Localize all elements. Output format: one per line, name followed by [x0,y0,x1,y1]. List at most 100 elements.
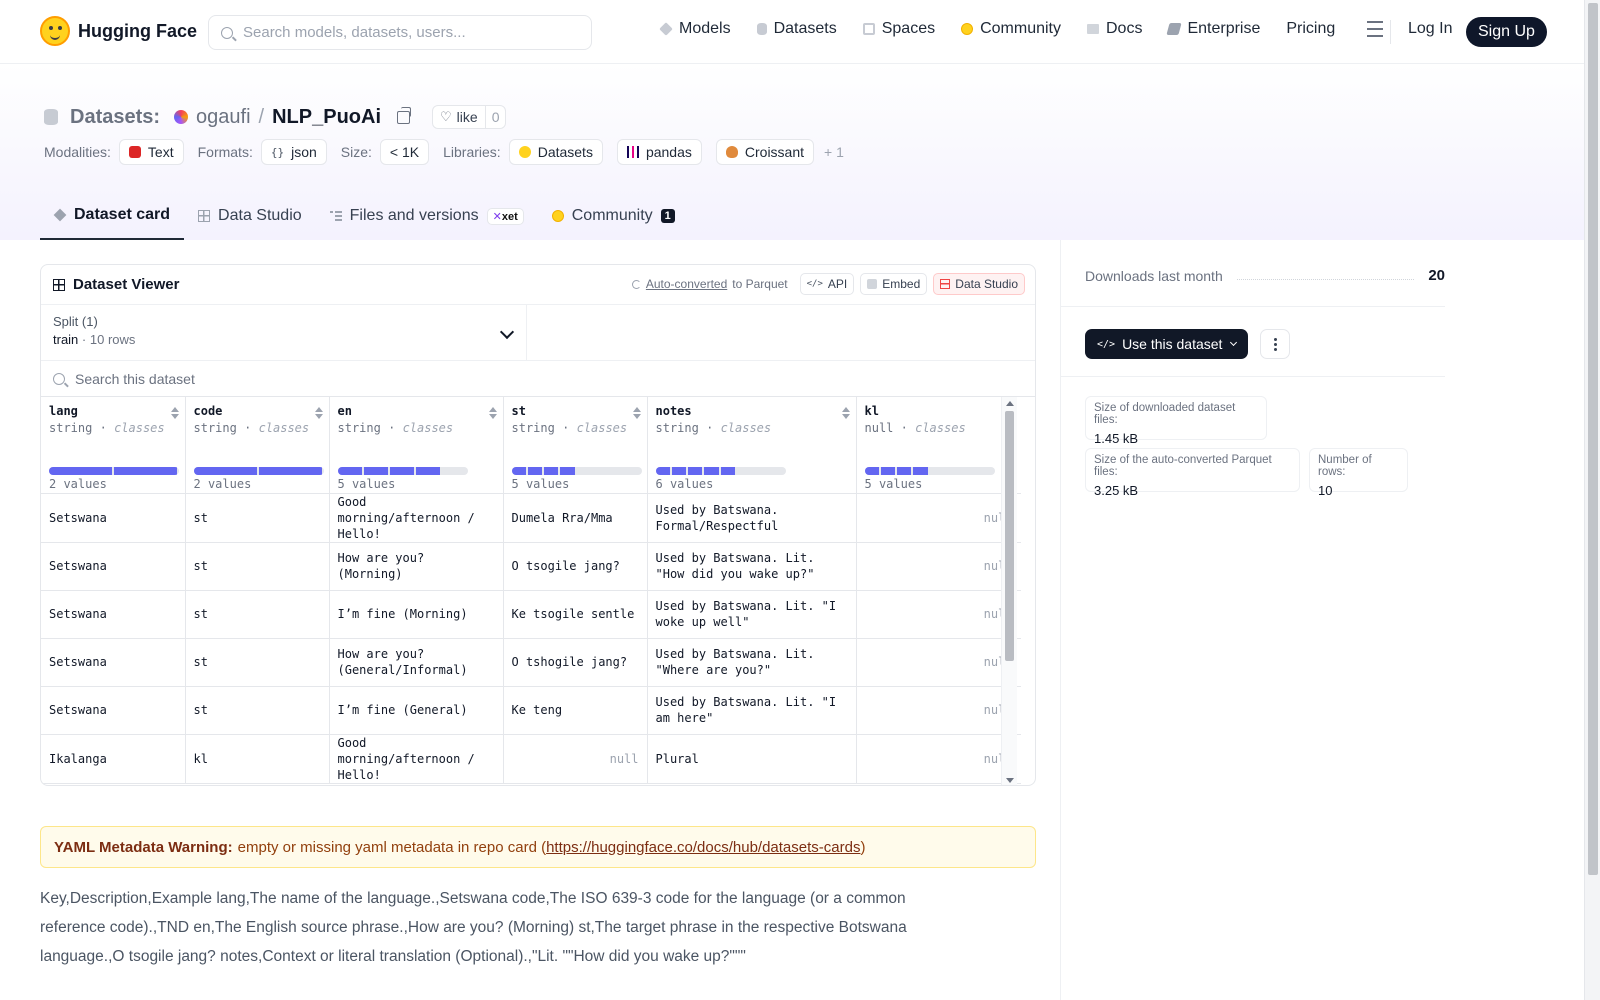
like-button[interactable]: ♡ like 0 [432,105,507,129]
table-cell-en[interactable]: Good morning/afternoon / Hello! [329,734,504,784]
sort-icon[interactable] [841,407,850,419]
distribution-segment[interactable] [720,467,735,475]
sort-icon[interactable] [170,407,179,419]
sort-icon[interactable] [488,407,497,419]
table-cell-code[interactable]: st [185,493,330,543]
column-header-kl[interactable]: kl null · classes 5 values [856,397,1021,494]
repo-owner-link[interactable]: ogaufi [196,106,251,129]
more-options-icon[interactable] [1260,329,1290,359]
table-cell-code[interactable]: kl [185,734,330,784]
table-row[interactable]: Setswana st I’m fine (Morning) Ke tsogile s… [41,590,1021,639]
table-cell-en[interactable]: How are you? (General/Informal) [329,638,504,687]
distribution-segment[interactable] [511,467,526,475]
table-row[interactable]: Setswana st How are you? (General/Informal… [41,638,1021,687]
table-cell-st[interactable]: O tsogile jang? [503,542,648,591]
scroll-up-icon[interactable] [1006,401,1014,406]
dataset-cards-link[interactable]: https://huggingface.co/docs/hub/datasets… [546,839,860,856]
distribution-segment[interactable] [415,467,440,475]
tag-json[interactable]: {} json [260,139,327,165]
signup-button[interactable]: Sign Up [1466,17,1547,47]
data-studio-button[interactable]: Data Studio [933,273,1025,295]
repo-type-link[interactable]: Datasets: [70,106,160,129]
table-cell-code[interactable]: st [185,590,330,639]
table-cell-notes[interactable]: Plural [647,734,857,784]
distribution-segment[interactable] [114,467,177,475]
table-cell-kl[interactable]: null [856,686,1021,735]
distribution-segment[interactable] [880,467,895,475]
table-cell-notes[interactable]: Used by Batswana. Lit. "I woke up well" [647,590,857,639]
table-cell-lang[interactable]: Setswana [41,638,186,687]
brand-link[interactable]: Hugging Face [40,16,197,46]
table-row[interactable]: Ikalanga kl Good morning/afternoon / Hello… [41,734,1021,784]
table-cell-st[interactable]: null [503,734,648,784]
table-cell-lang[interactable]: Setswana [41,493,186,543]
column-header-notes[interactable]: notes string · classes 6 values [647,397,857,494]
value-distribution-bar[interactable] [49,467,179,475]
value-distribution-bar[interactable] [193,467,324,475]
table-cell-en[interactable]: I’m fine (Morning) [329,590,504,639]
column-header-code[interactable]: code string · classes 2 values [185,397,330,494]
distribution-segment[interactable] [655,467,670,475]
more-tags-link[interactable]: + 1 [824,144,844,160]
value-distribution-bar[interactable] [655,467,786,475]
nav-enterprise[interactable]: Enterprise [1166,20,1260,38]
table-cell-lang[interactable]: Ikalanga [41,734,186,784]
table-cell-lang[interactable]: Setswana [41,590,186,639]
table-scrollbar[interactable] [1001,397,1017,785]
distribution-segment[interactable] [337,467,362,475]
column-header-lang[interactable]: lang string · classes 2 values [41,397,186,494]
table-row[interactable]: Setswana st Good morning/afternoon / Hello… [41,493,1021,543]
use-this-dataset-button[interactable]: </> Use this dataset [1085,329,1249,359]
distribution-segment[interactable] [897,467,912,475]
global-search-input[interactable] [243,24,563,41]
page-scrollbar[interactable] [1584,0,1600,1000]
split-dropdown[interactable]: Split (1) train · 10 rows [41,305,527,360]
sort-icon[interactable] [632,407,641,419]
table-cell-st[interactable]: Ke teng [503,686,648,735]
table-cell-code[interactable]: st [185,686,330,735]
dataset-search[interactable] [41,361,1035,397]
distribution-segment[interactable] [258,467,322,475]
tag-pandas-library[interactable]: pandas [616,139,702,165]
dataset-search-input[interactable] [75,370,675,387]
global-search[interactable] [208,15,592,50]
distribution-segment[interactable] [560,467,575,475]
table-cell-code[interactable]: st [185,542,330,591]
column-header-st[interactable]: st string · classes 5 values [503,397,648,494]
distribution-segment[interactable] [864,467,879,475]
embed-button[interactable]: Embed [860,273,928,295]
nav-datasets[interactable]: Datasets [756,20,837,38]
nav-docs[interactable]: Docs [1087,20,1142,38]
table-cell-en[interactable]: Good morning/afternoon / Hello! [329,493,504,543]
nav-pricing[interactable]: Pricing [1286,20,1335,38]
tab-data-studio[interactable]: Data Studio [184,192,316,240]
table-cell-kl[interactable]: null [856,590,1021,639]
distribution-segment[interactable] [363,467,388,475]
distribution-segment[interactable] [389,467,414,475]
table-cell-notes[interactable]: Used by Batswana. Lit. "Where are you?" [647,638,857,687]
distribution-segment[interactable] [193,467,257,475]
like-toggle[interactable]: ♡ like [433,106,485,128]
table-cell-en[interactable]: How are you? (Morning) [329,542,504,591]
column-header-en[interactable]: en string · classes 5 values [329,397,504,494]
table-cell-st[interactable]: O tshogile jang? [503,638,648,687]
distribution-segment[interactable] [49,467,112,475]
tab-dataset-card[interactable]: Dataset card [40,192,185,240]
table-row[interactable]: Setswana st How are you? (Morning) O tsogil… [41,542,1021,591]
table-cell-kl[interactable]: null [856,638,1021,687]
table-cell-lang[interactable]: Setswana [41,542,186,591]
table-cell-notes[interactable]: Used by Batswana. Lit. "I am here" [647,686,857,735]
table-cell-en[interactable]: I’m fine (General) [329,686,504,735]
tab-files-and-versions[interactable]: Files and versions ✕xet [316,192,538,240]
table-cell-lang[interactable]: Setswana [41,686,186,735]
table-cell-st[interactable]: Dumela Rra/Mma [503,493,648,543]
table-row[interactable]: Setswana st I’m fine (General) Ke teng Used … [41,686,1021,735]
sort-icon[interactable] [314,407,323,419]
table-cell-kl[interactable]: null [856,493,1021,543]
auto-converted-link[interactable]: Auto-converted [646,277,727,291]
distribution-segment[interactable] [704,467,719,475]
nav-models[interactable]: Models [659,20,731,38]
tag-text[interactable]: Text [118,139,184,165]
table-scrollbar-thumb[interactable] [1005,411,1014,661]
page-scrollbar-thumb[interactable] [1588,3,1598,875]
